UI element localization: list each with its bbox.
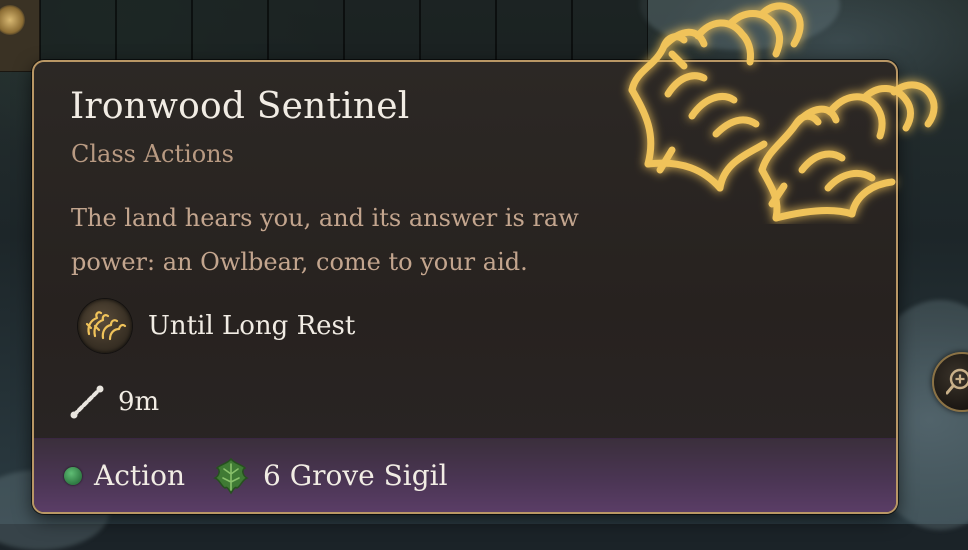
range-label: 9m: [118, 387, 160, 417]
duration-label: Until Long Rest: [148, 311, 356, 341]
grove-leaf-icon: [213, 457, 249, 494]
claw-marks-icon: [78, 299, 132, 353]
claw-marks-icon: [628, 2, 938, 222]
tooltip-description: The land hears you, and its answer is ra…: [71, 204, 579, 276]
range-row: 9m: [68, 380, 159, 424]
action-dot-icon: [64, 466, 82, 485]
resource-cost-label: 6 Grove Sigil: [263, 459, 448, 492]
tooltip-title: Ironwood Sentinel: [70, 86, 410, 127]
range-dotted-line-icon: [70, 385, 104, 419]
cost-bar: Action 6 Grove Sigil: [34, 438, 896, 512]
resource-cost: 6 Grove Sigil: [211, 456, 448, 496]
hotbar-slot[interactable]: [0, 0, 40, 72]
action-cost: Action: [64, 459, 185, 492]
tooltip-subtitle: Class Actions: [71, 140, 234, 168]
magnify-plus-icon: [946, 368, 968, 395]
duration-row: Until Long Rest: [78, 298, 355, 354]
action-cost-label: Action: [94, 459, 185, 492]
